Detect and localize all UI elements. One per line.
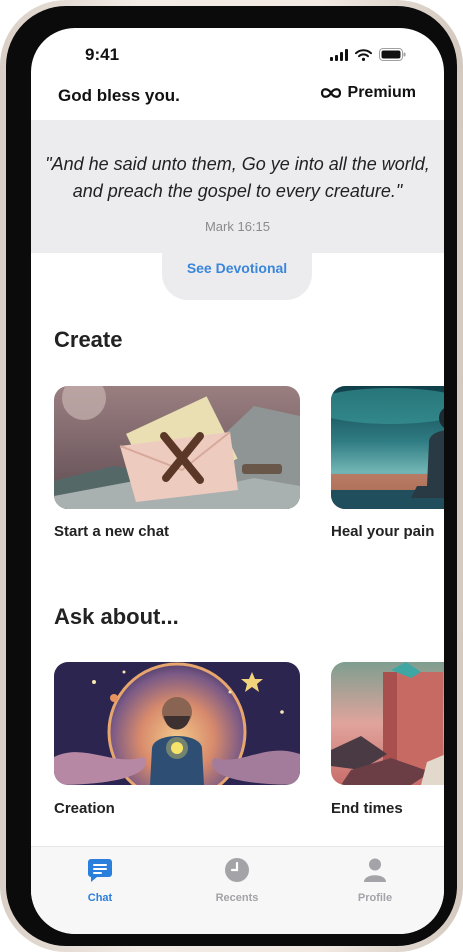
status-icons	[330, 48, 406, 61]
create-section-title: Create	[54, 327, 123, 352]
app-header: God bless you. Premium	[31, 80, 444, 120]
ask-about-section-title: Ask about...	[54, 604, 179, 629]
card-label: Creation	[54, 800, 115, 817]
seated-figure-illustration	[331, 386, 444, 509]
greeting-title: God bless you.	[58, 86, 180, 105]
clock-icon	[225, 858, 249, 882]
premium-label: Premium	[347, 84, 416, 101]
app-screen: 9:41 God bless you. Premium "And he said…	[31, 28, 444, 934]
card-label: Heal your pain	[331, 523, 435, 540]
phone-frame: 9:41 God bless you. Premium "And he said…	[0, 0, 463, 952]
tab-chat[interactable]: Chat	[60, 857, 140, 904]
battery-icon	[379, 48, 406, 61]
status-bar: 9:41	[31, 28, 444, 80]
card-label: Start a new chat	[54, 523, 170, 540]
end-times-card[interactable]	[331, 662, 444, 785]
person-icon	[364, 858, 386, 882]
card-label: End times	[331, 800, 403, 817]
status-time: 9:41	[85, 45, 120, 64]
start-new-chat-card[interactable]	[54, 386, 300, 509]
verse-reference: Mark 16:15	[204, 219, 271, 234]
creation-card[interactable]	[54, 662, 300, 785]
see-devotional-button[interactable]: See Devotional	[162, 260, 312, 276]
phone-bezel: 9:41 God bless you. Premium "And he said…	[6, 6, 457, 946]
premium-button[interactable]: Premium	[320, 84, 416, 102]
tab-label: Recents	[215, 892, 259, 904]
tab-recents[interactable]: Recents	[197, 857, 277, 904]
wifi-icon	[355, 48, 372, 61]
ruined-city-illustration	[331, 662, 444, 785]
tab-label: Chat	[87, 892, 113, 904]
cosmic-figure-illustration	[54, 662, 300, 785]
tab-profile[interactable]: Profile	[335, 857, 415, 904]
tab-label: Profile	[357, 892, 393, 904]
envelope-cross-illustration	[54, 386, 300, 509]
verse-text: "And he said unto them, Go ye into all t…	[45, 154, 430, 201]
cellular-signal-icon	[330, 48, 348, 61]
infinity-icon	[320, 88, 341, 98]
chat-bubble-icon	[88, 859, 112, 882]
verse-card: "And he said unto them, Go ye into all t…	[31, 120, 444, 253]
heal-your-pain-card[interactable]	[331, 386, 444, 509]
tab-bar: Chat Recents Profile	[31, 846, 444, 934]
